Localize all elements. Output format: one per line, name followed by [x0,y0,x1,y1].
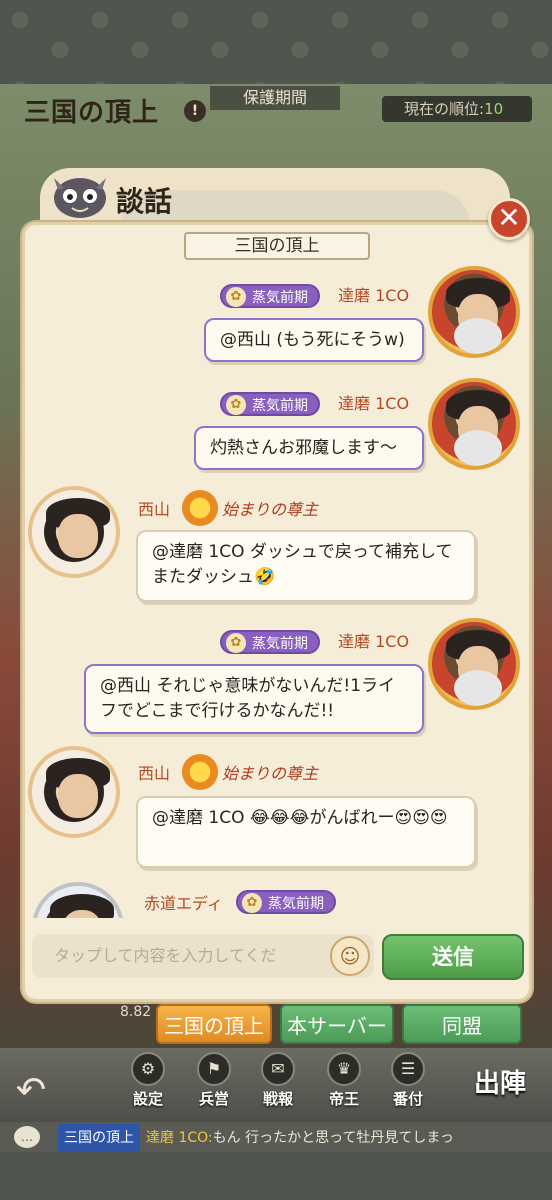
title-badge: 始まりの尊主 [182,754,324,790]
game-mode-title: 三国の頂上 [24,98,160,128]
send-button[interactable]: 送信 [382,934,524,980]
rank-value: 10 [484,100,504,118]
chat-header-mountain [120,190,470,226]
title-badge: ✿ 蒸気前期 [220,392,320,416]
avatar[interactable] [32,882,124,918]
nav-ranking[interactable]: ☰ 番付 [380,1052,436,1108]
tab-alliance[interactable]: 同盟 [402,1004,522,1044]
flower-icon: ✿ [242,893,262,913]
nav-report[interactable]: ✉ 戦報 [250,1052,306,1108]
report-icon: ✉ [261,1052,295,1086]
avatar[interactable] [428,266,520,358]
flower-icon: ✿ [226,395,246,415]
tab-server[interactable]: 本サーバー [280,1004,394,1044]
nav-emperor[interactable]: ♛ 帝王 [316,1052,372,1108]
back-arrow-icon[interactable]: ↶ [10,1070,52,1112]
nav-label: 番付 [392,1090,423,1108]
chat-bubble-icon[interactable]: … [14,1126,40,1148]
close-button[interactable]: ✕ [488,198,530,240]
nav-barracks[interactable]: ⚑ 兵営 [186,1052,242,1108]
nav-label: 設定 [132,1090,163,1108]
title-badge: ✿ 蒸気前期 [220,630,320,654]
bottom-decor-bar [0,1152,552,1200]
message-bubble[interactable]: @西山 それじゃ意味がないんだ!1ライフでどこまで行けるかなんだ!! [84,664,424,734]
gear-icon: ⚙ [131,1052,165,1086]
sortie-button[interactable]: 出陣 [454,1056,546,1112]
ticker-text: もん 行ったかと思って牡丹見てしまっ [212,1130,454,1146]
nav-label: 帝王 [328,1090,359,1108]
flower-icon: ✿ [226,287,246,307]
smiley-icon[interactable]: ☺ [330,936,370,976]
sender-name: 達磨 1CO [338,632,410,651]
sender-name: 達磨 1CO [338,394,410,413]
sender-name: 西山 [138,764,171,783]
title-badge: ✿ 蒸気前期 [220,284,320,308]
ticker-channel: 三国の頂上 [58,1124,140,1152]
game-screen: 三国の頂上 ! 保護期間 現在の順位:10 談話 ✕ 三国の頂上 達磨 1CO … [0,0,552,1200]
title-badge: ✿ 蒸気前期 [236,890,336,914]
avatar[interactable] [28,746,120,838]
rank-label: 現在の順位: [404,100,485,118]
chat-panel-title: 談話 [116,185,173,218]
avatar[interactable] [28,486,120,578]
current-rank: 現在の順位:10 [382,96,532,122]
sun-emblem-icon [182,490,218,526]
flower-icon: ✿ [226,633,246,653]
sun-emblem-icon [182,754,218,790]
message-bubble[interactable]: @達磨 1CO 😂😂😂がんばれー😍😍😍 [136,796,476,868]
message-input[interactable]: タップして内容を入力してくだ [32,934,374,978]
nav-label: 兵営 [198,1090,229,1108]
top-decor-bar [0,0,552,84]
nav-settings[interactable]: ⚙ 設定 [120,1052,176,1108]
protection-period-label: 保護期間 [210,86,340,110]
sender-name: 赤道エディ [144,894,223,913]
lion-mascot-icon [54,178,106,218]
chat-message-list[interactable]: 達磨 1CO ✿ 蒸気前期 @西山 (もう死にそうw) 達磨 1CO ✿ 蒸気前期 … [26,264,528,918]
ticker-sender: 達磨 1CO: [146,1130,213,1146]
barracks-icon: ⚑ [197,1052,231,1086]
nav-label: 戦報 [262,1090,293,1108]
chat-ticker[interactable]: 三国の頂上 達磨 1CO:もん 行ったかと思って牡丹見てしまっ [0,1124,552,1152]
avatar[interactable] [428,378,520,470]
tab-sangoku[interactable]: 三国の頂上 [156,1004,272,1044]
message-bubble[interactable]: 灼熱さんお邪魔します～ [194,426,424,470]
sender-name: 西山 [138,500,171,519]
level-readout: 8.82 [120,1004,152,1020]
avatar[interactable] [428,618,520,710]
chat-channel-label: 三国の頂上 [184,232,370,260]
title-badge: 始まりの尊主 [182,490,324,526]
ranking-icon: ☰ [391,1052,425,1086]
info-icon[interactable]: ! [184,100,206,122]
emperor-icon: ♛ [327,1052,361,1086]
message-bubble[interactable]: @達磨 1CO ダッシュで戻って補充してまたダッシュ🤣 [136,530,476,602]
message-bubble[interactable]: @西山 (もう死にそうw) [204,318,424,362]
sender-name: 達磨 1CO [338,286,410,305]
